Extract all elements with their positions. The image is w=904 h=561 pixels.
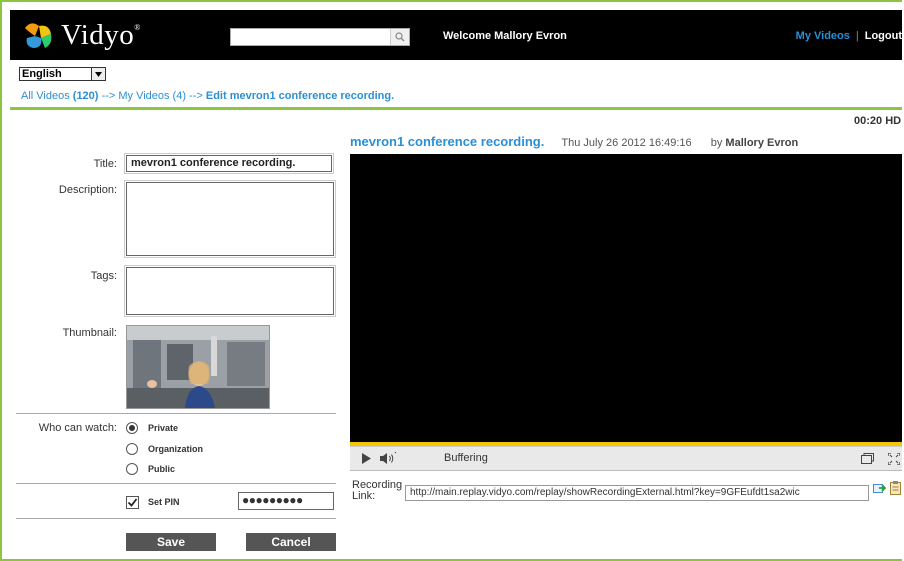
recording-link-actions: [873, 481, 901, 498]
play-icon: [362, 453, 371, 464]
header-nav: My Videos | Logout: [796, 30, 902, 42]
tags-textarea[interactable]: [124, 265, 336, 317]
radio-public[interactable]: [126, 463, 138, 475]
share-link-button[interactable]: [873, 481, 887, 498]
video-duration: 00:20 HD: [854, 115, 902, 127]
thumbnail-image[interactable]: [126, 325, 270, 409]
cancel-button[interactable]: Cancel: [246, 533, 336, 551]
video-author: by Mallory Evron: [710, 137, 799, 149]
description-label: Description:: [58, 184, 117, 196]
search-button[interactable]: [390, 29, 409, 45]
copy-link-button[interactable]: [890, 481, 901, 498]
clipboard-icon: [890, 481, 901, 495]
who-can-watch-label: Who can watch:: [38, 422, 117, 434]
check-icon: [127, 498, 138, 507]
fullscreen-icon: [888, 452, 900, 465]
breadcrumb: All Videos (120) --> My Videos (4) --> E…: [21, 90, 394, 102]
radio-private[interactable]: [126, 422, 138, 434]
radio-public-label: Public: [148, 464, 176, 474]
video-title-bar: mevron1 conference recording. Thu July 2…: [350, 134, 798, 149]
video-player[interactable]: [350, 154, 902, 445]
divider-line: [16, 413, 336, 414]
vidyo-logo-icon: [21, 18, 55, 52]
play-button[interactable]: [358, 450, 374, 467]
page-frame: Vidyo® Welcome Mallory Evron My Videos | L…: [0, 0, 902, 561]
popout-icon: [860, 453, 874, 464]
language-value: English: [22, 68, 62, 80]
recording-link-label: Recording Link:: [352, 479, 403, 502]
divider-line: [16, 483, 336, 484]
language-select[interactable]: English: [19, 67, 106, 81]
video-title: mevron1 conference recording.: [350, 134, 545, 149]
title-input[interactable]: mevron1 conference recording.: [124, 153, 334, 174]
section-divider: [10, 107, 902, 110]
player-controls: Buffering: [350, 446, 902, 471]
volume-button[interactable]: [378, 450, 400, 467]
set-pin-label: Set PIN: [148, 497, 180, 507]
radio-private-label: Private: [148, 423, 179, 433]
breadcrumb-arrow: -->: [98, 90, 119, 102]
buffering-status: Buffering: [444, 452, 488, 464]
chevron-down-icon: [95, 71, 102, 77]
tags-label: Tags:: [90, 270, 117, 282]
recording-link-field[interactable]: http://main.replay.vidyo.com/replay/show…: [405, 485, 869, 501]
title-label: Title:: [93, 158, 117, 170]
search-input[interactable]: [231, 30, 390, 44]
divider-line: [16, 518, 336, 519]
fullscreen-button[interactable]: [885, 450, 902, 467]
radio-organization[interactable]: [126, 443, 138, 455]
my-videos-link[interactable]: My Videos: [796, 30, 850, 42]
thumbnail-label: Thumbnail:: [62, 327, 117, 339]
radio-organization-label: Organization: [148, 444, 204, 454]
vidyo-logo[interactable]: Vidyo®: [21, 17, 141, 53]
popout-button[interactable]: [859, 450, 875, 467]
share-icon: [873, 484, 887, 493]
breadcrumb-current: Edit mevron1 conference recording.: [205, 90, 395, 102]
breadcrumb-all-videos[interactable]: All Videos (120): [21, 90, 98, 102]
description-textarea[interactable]: [124, 180, 336, 258]
logo-text: Vidyo®: [61, 18, 141, 51]
search-icon: [395, 32, 405, 42]
volume-icon: [380, 452, 397, 464]
nav-separator: |: [855, 30, 859, 42]
logout-link[interactable]: Logout: [865, 30, 902, 42]
save-button[interactable]: Save: [126, 533, 216, 551]
set-pin-checkbox[interactable]: [126, 496, 139, 509]
breadcrumb-arrow: -->: [186, 90, 206, 102]
language-dropdown-button[interactable]: [91, 68, 105, 80]
top-header: Vidyo® Welcome Mallory Evron My Videos | L…: [10, 10, 902, 60]
welcome-text: Welcome Mallory Evron: [443, 30, 567, 42]
breadcrumb-my-videos[interactable]: My Videos (4): [118, 90, 186, 102]
pin-input[interactable]: ●●●●●●●●●: [238, 492, 334, 510]
video-date: Thu July 26 2012 16:49:16: [561, 137, 692, 149]
search-box: [230, 28, 410, 46]
